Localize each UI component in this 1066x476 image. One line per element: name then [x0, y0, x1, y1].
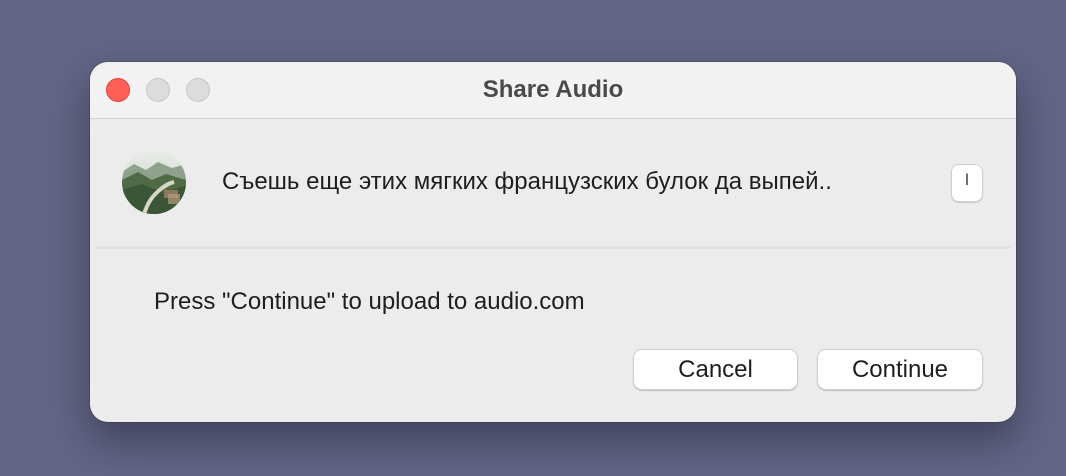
audio-thumbnail: [122, 150, 186, 214]
landscape-thumbnail-image: [122, 150, 186, 214]
window-title: Share Audio: [482, 76, 624, 103]
section-divider: [96, 246, 1010, 249]
audio-title: Съешь еще этих мягких французских булок …: [222, 168, 832, 195]
cancel-button[interactable]: Cancel: [633, 349, 798, 390]
share-audio-dialog: Share Audio Съешь еще этих мягких францу…: [90, 62, 1016, 422]
continue-button[interactable]: Continue: [817, 349, 983, 390]
audio-action-button[interactable]: ˡ: [951, 164, 983, 202]
upload-message: Press "Continue" to upload to audio.com: [154, 288, 585, 315]
title-bar: Share Audio: [90, 62, 1016, 119]
